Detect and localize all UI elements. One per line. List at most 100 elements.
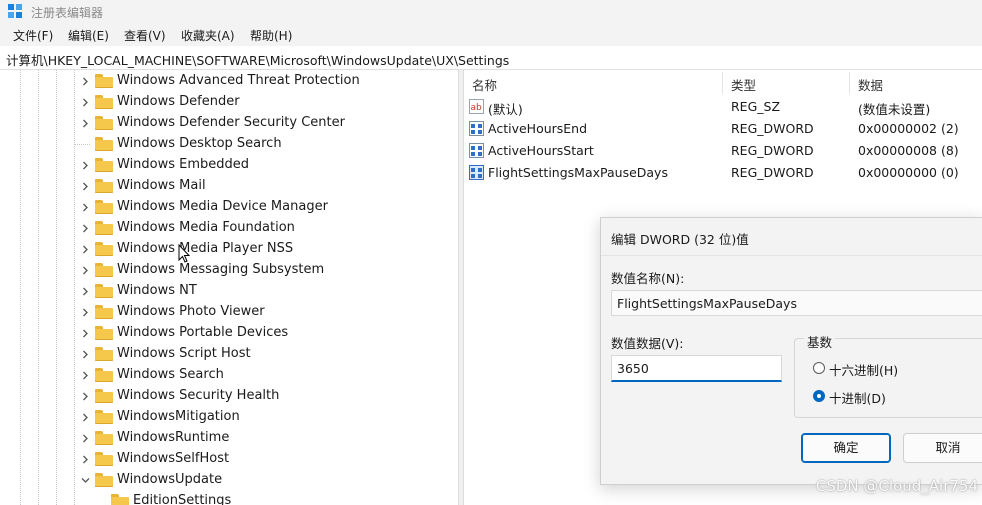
tree-item-label: WindowsRuntime (117, 430, 230, 445)
menu-help[interactable]: 帮助(H) (250, 27, 292, 44)
folder-icon (95, 305, 113, 319)
folder-icon (95, 284, 113, 298)
title-bar: 注册表编辑器 (0, 0, 982, 24)
tree-item-label: Windows Defender (117, 94, 240, 109)
chevron-right-icon[interactable] (80, 286, 91, 297)
folder-icon (95, 263, 113, 277)
chevron-right-icon[interactable] (80, 307, 91, 318)
chevron-right-icon[interactable] (80, 328, 91, 339)
hex-radio-label[interactable]: 十六进制(H) (829, 360, 898, 379)
tree-guide-line (20, 70, 22, 505)
chevron-right-icon[interactable] (80, 76, 91, 87)
tree-item[interactable]: Windows Security Health (80, 386, 450, 407)
value-row[interactable]: FlightSettingsMaxPauseDays REG_DWORD 0x0… (464, 162, 982, 184)
folder-icon (95, 158, 113, 172)
registry-editor-icon (8, 4, 22, 18)
tree-item-label: Windows Embedded (117, 157, 250, 172)
value-name-field[interactable]: FlightSettingsMaxPauseDays (611, 290, 982, 316)
tree-item[interactable]: Windows Media Player NSS (80, 239, 450, 260)
tree-item[interactable]: Windows Search (80, 365, 450, 386)
tree-item[interactable]: Windows Defender (80, 92, 450, 113)
chevron-right-icon[interactable] (80, 244, 91, 255)
tree-item[interactable]: Windows Media Device Manager (80, 197, 450, 218)
cancel-button[interactable]: 取消 (903, 433, 982, 463)
chevron-right-icon[interactable] (80, 97, 91, 108)
value-data-input[interactable]: 3650 (611, 355, 782, 382)
chevron-right-icon[interactable] (80, 223, 91, 234)
tree-item[interactable]: Windows Defender Security Center (80, 113, 450, 134)
chevron-right-icon[interactable] (80, 118, 91, 129)
menu-favorites[interactable]: 收藏夹(A) (181, 27, 235, 44)
folder-icon (95, 326, 113, 340)
decimal-radio[interactable] (813, 390, 825, 402)
watermark: CSDN @Cloud_Air754 (815, 477, 978, 495)
base-group-label: 基数 (804, 332, 836, 351)
tree-item-label: Windows Script Host (117, 346, 251, 361)
tree-item[interactable]: Windows Advanced Threat Protection (80, 71, 450, 92)
tree-item[interactable]: WindowsRuntime (80, 428, 450, 449)
tree-guide-line (56, 70, 58, 505)
chevron-right-icon[interactable] (80, 412, 91, 423)
dword-value-icon (469, 121, 484, 136)
chevron-right-icon[interactable] (80, 202, 91, 213)
folder-icon (95, 473, 113, 487)
chevron-right-icon[interactable] (80, 433, 91, 444)
folder-icon (95, 200, 113, 214)
tree-item-label: Windows Security Health (117, 388, 280, 403)
value-row[interactable]: ab (默认) REG_SZ (数值未设置) (464, 96, 982, 118)
menu-file[interactable]: 文件(F) (13, 27, 53, 44)
dialog-title: 编辑 DWORD (32 位)值 (611, 232, 749, 247)
chevron-right-icon[interactable] (80, 349, 91, 360)
folder-icon (95, 410, 113, 424)
tree-item[interactable]: Windows NT (80, 281, 450, 302)
mouse-cursor-icon (178, 244, 190, 263)
tree-item-label: Windows NT (117, 283, 197, 298)
tree-item-label: Windows Search (117, 367, 224, 382)
key-tree[interactable]: Windows Advanced Threat Protection Window… (0, 70, 458, 505)
folder-icon (95, 389, 113, 403)
tree-item[interactable]: Windows Mail (80, 176, 450, 197)
column-header-data[interactable]: 数据 (858, 75, 883, 94)
tree-item[interactable]: WindowsMitigation (80, 407, 450, 428)
ok-button[interactable]: 确定 (801, 433, 891, 463)
tree-item[interactable]: Windows Media Foundation (80, 218, 450, 239)
column-header-type[interactable]: 类型 (731, 75, 756, 94)
address-bar[interactable]: 计算机\HKEY_LOCAL_MACHINE\SOFTWARE\Microsof… (0, 46, 982, 70)
tree-item[interactable]: Windows Embedded (80, 155, 450, 176)
folder-icon (95, 452, 113, 466)
tree-item[interactable]: WindowsUpdate (80, 470, 450, 491)
chevron-right-icon[interactable] (80, 181, 91, 192)
tree-item[interactable]: Windows Desktop Search (74, 134, 450, 155)
chevron-down-icon[interactable] (80, 475, 91, 486)
chevron-right-icon[interactable] (80, 160, 91, 171)
value-row[interactable]: ActiveHoursStart REG_DWORD 0x00000008 (8… (464, 140, 982, 162)
column-separator[interactable] (722, 72, 723, 94)
folder-icon (95, 74, 113, 88)
decimal-radio-label[interactable]: 十进制(D) (829, 388, 886, 407)
hex-radio[interactable] (813, 362, 825, 374)
tree-item[interactable]: WindowsSelfHost (80, 449, 450, 470)
folder-icon (95, 368, 113, 382)
value-data-label: 数值数据(V): (611, 336, 684, 351)
value-row[interactable]: ActiveHoursEnd REG_DWORD 0x00000002 (2) (464, 118, 982, 140)
tree-item-label: Windows Media Foundation (117, 220, 295, 235)
menu-edit[interactable]: 编辑(E) (68, 27, 109, 44)
tree-item[interactable]: Windows Script Host (80, 344, 450, 365)
string-value-icon: ab (469, 99, 484, 114)
tree-item-label: Windows Messaging Subsystem (117, 262, 325, 277)
chevron-right-icon[interactable] (80, 391, 91, 402)
tree-item[interactable]: EditionSettings (96, 491, 458, 505)
tree-item-label: EditionSettings (133, 493, 232, 505)
tree-item-label: WindowsUpdate (117, 472, 223, 487)
column-header-name[interactable]: 名称 (472, 75, 497, 94)
dword-value-icon (469, 143, 484, 158)
menu-view[interactable]: 查看(V) (124, 27, 166, 44)
chevron-right-icon[interactable] (80, 454, 91, 465)
chevron-right-icon[interactable] (80, 265, 91, 276)
column-separator[interactable] (849, 72, 850, 94)
tree-item[interactable]: Windows Portable Devices (80, 323, 450, 344)
tree-item[interactable]: Windows Messaging Subsystem (80, 260, 450, 281)
tree-item[interactable]: Windows Photo Viewer (80, 302, 450, 323)
chevron-right-icon[interactable] (80, 370, 91, 381)
tree-item-label: Windows Defender Security Center (117, 115, 345, 130)
